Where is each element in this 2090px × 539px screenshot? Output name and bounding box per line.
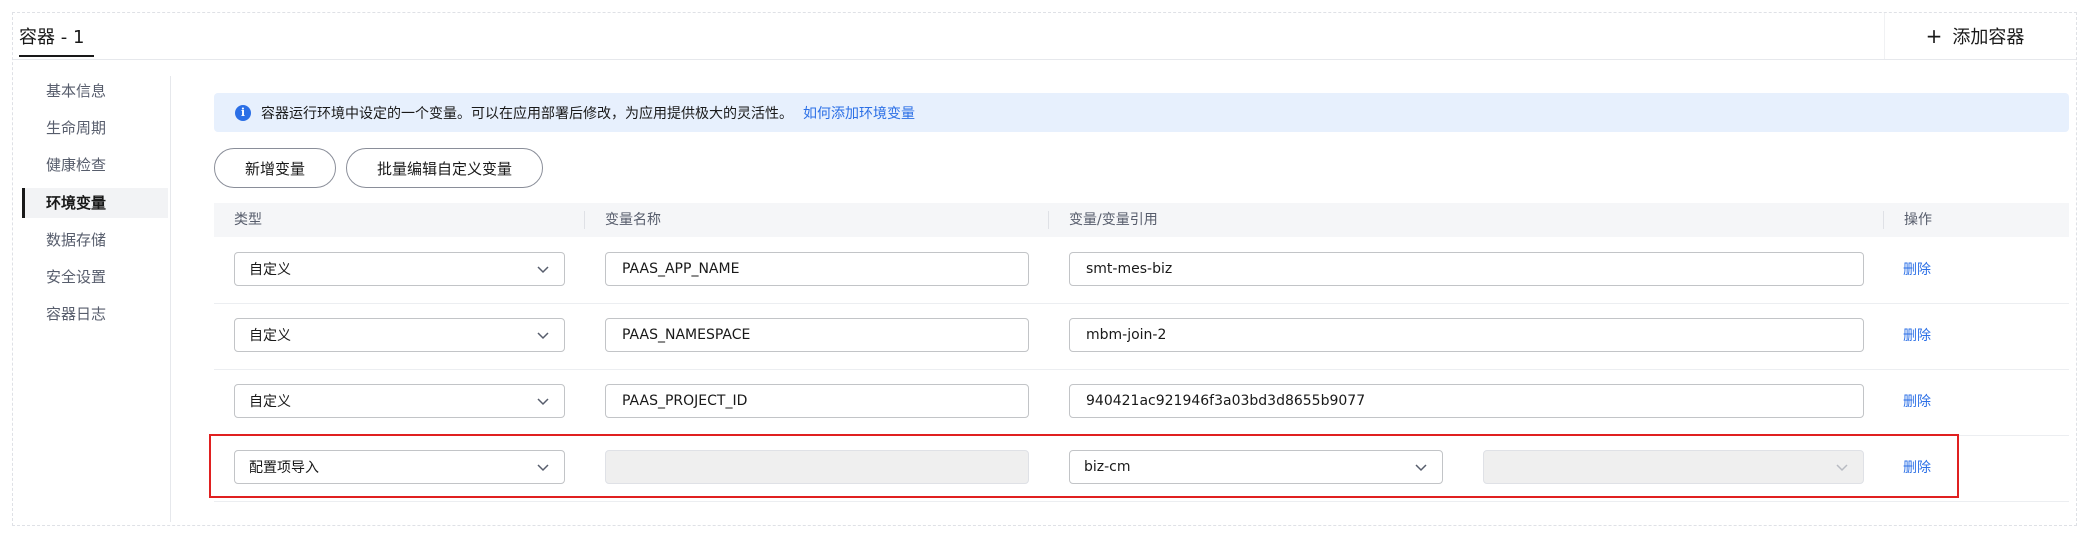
table-header: 类型 变量名称 变量/变量引用 操作: [214, 203, 2069, 237]
info-icon: i: [235, 104, 251, 121]
container-tab-bar: 容器 - 1: [13, 13, 2076, 60]
table-row: 自定义 PAAS_APP_NAME smt-mes-biz 删除: [214, 237, 2069, 304]
add-variable-button[interactable]: 新增变量: [214, 148, 336, 188]
table-row: 自定义 PAAS_PROJECT_ID 940421ac921946f3a03b…: [214, 369, 2069, 436]
highlight-box: [209, 434, 1959, 498]
variable-name-input[interactable]: PAAS_APP_NAME: [605, 252, 1029, 286]
how-to-add-env-link[interactable]: 如何添加环境变量: [803, 103, 915, 123]
chevron-down-icon: [537, 332, 549, 340]
add-container-label: 添加容器: [1952, 27, 2025, 48]
type-select-value: 自定义: [249, 328, 291, 344]
variable-name-value: PAAS_NAMESPACE: [622, 327, 751, 343]
variable-name-input[interactable]: PAAS_PROJECT_ID: [605, 384, 1029, 418]
chevron-down-icon: [537, 266, 549, 274]
nav-item-lifecycle[interactable]: 生命周期: [22, 113, 168, 143]
header-name: 变量名称: [584, 211, 661, 229]
variable-value-input[interactable]: 940421ac921946f3a03bd3d8655b9077: [1069, 384, 1864, 418]
nav-item-basic-info[interactable]: 基本信息: [22, 76, 168, 106]
nav-item-env-vars[interactable]: 环境变量: [22, 188, 168, 218]
tab-container-1[interactable]: 容器 - 1: [19, 23, 84, 49]
variable-value-text: 940421ac921946f3a03bd3d8655b9077: [1086, 393, 1366, 409]
type-select-value: 自定义: [249, 262, 291, 278]
nav-item-health-check[interactable]: 健康检查: [22, 150, 168, 180]
chevron-down-icon: [537, 398, 549, 406]
variable-value-text: mbm-join-2: [1086, 327, 1167, 343]
delete-link[interactable]: 删除: [1903, 259, 1931, 279]
nav-item-data-storage[interactable]: 数据存储: [22, 225, 168, 255]
variable-name-value: PAAS_APP_NAME: [622, 261, 740, 277]
type-select[interactable]: 自定义: [234, 384, 565, 418]
delete-link[interactable]: 删除: [1903, 391, 1931, 411]
variable-value-text: smt-mes-biz: [1086, 261, 1173, 277]
delete-link[interactable]: 删除: [1903, 325, 1931, 345]
info-text: 容器运行环境中设定的一个变量。可以在应用部署后修改，为应用提供极大的灵活性。: [261, 105, 793, 122]
type-select[interactable]: 自定义: [234, 252, 565, 286]
type-select-value: 自定义: [249, 394, 291, 410]
nav-item-container-logs[interactable]: 容器日志: [22, 299, 168, 329]
table-row: 自定义 PAAS_NAMESPACE mbm-join-2 删除: [214, 303, 2069, 370]
variable-name-input[interactable]: PAAS_NAMESPACE: [605, 318, 1029, 352]
batch-edit-button[interactable]: 批量编辑自定义变量: [346, 148, 543, 188]
variable-value-input[interactable]: mbm-join-2: [1069, 318, 1864, 352]
variable-name-value: PAAS_PROJECT_ID: [622, 393, 748, 409]
info-banner: i 容器运行环境中设定的一个变量。可以在应用部署后修改，为应用提供极大的灵活性。…: [214, 93, 2069, 132]
add-container-button[interactable]: + 添加容器: [1884, 13, 2065, 59]
header-action: 操作: [1883, 211, 1932, 229]
active-tab-indicator: [19, 55, 94, 57]
header-value: 变量/变量引用: [1048, 211, 1158, 229]
variable-value-input[interactable]: smt-mes-biz: [1069, 252, 1864, 286]
type-select[interactable]: 自定义: [234, 318, 565, 352]
header-type: 类型: [234, 212, 262, 228]
plus-icon: +: [1925, 24, 1943, 48]
nav-item-security[interactable]: 安全设置: [22, 262, 168, 292]
container-settings-nav: 基本信息 生命周期 健康检查 环境变量 数据存储 安全设置 容器日志: [22, 76, 171, 522]
